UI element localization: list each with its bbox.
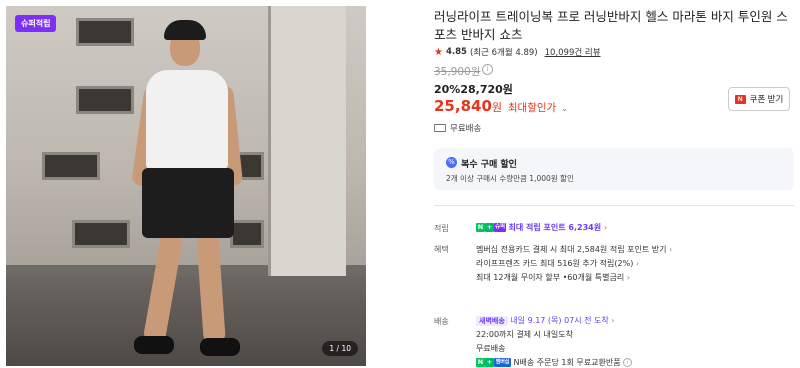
chevron-right-icon: › (611, 316, 615, 325)
image-counter: 1 / 10 (322, 341, 358, 356)
multi-purchase-detail: 2개 이상 구매시 수량만큼 1,000원 할인 (446, 174, 574, 183)
truck-icon (434, 124, 446, 132)
plus-icon: + (485, 358, 494, 367)
free-return-text: N배송 주문당 1회 무료교환반품 (513, 358, 621, 367)
product-title: 러닝라이프 트레이닝복 프로 러닝반바지 헬스 마라톤 바지 투인원 스포츠 반… (434, 9, 788, 42)
wall-panel (268, 6, 346, 286)
wall-window (72, 220, 130, 248)
coupon-button-label: 쿠폰 받기 (749, 94, 784, 104)
max-discount-currency: 원 (491, 101, 503, 114)
discount-icon: % (446, 157, 457, 168)
coupon-button[interactable]: N 쿠폰 받기 (728, 87, 790, 111)
super-points-badge: 슈퍼적립 (15, 15, 57, 32)
rating-score: 4.85 (445, 47, 467, 57)
benefit-installment: 최대 12개월 무이자 할부 •60개월 특별금리 (476, 273, 625, 282)
membership-icon: 멤버십 (494, 358, 511, 367)
delivery-eta: 내일 9.17 (목) 07시 전 도착 (510, 316, 609, 325)
delivery-cutoff: 22:00까지 결제 시 내일도착 (476, 330, 573, 339)
max-discount-row[interactable]: 25,840원 최대할인가 ⌄ (434, 97, 568, 115)
wall-window (76, 86, 134, 114)
wall-window (42, 152, 100, 180)
section-divider (434, 205, 794, 206)
multi-purchase-heading: 복수 구매 할인 (461, 160, 517, 170)
delivery-eta-row[interactable]: 새벽배송 내일 9.17 (목) 07시 전 도착 › (476, 315, 615, 326)
benefit-line[interactable]: 최대 12개월 무이자 할부 •60개월 특별금리 › (476, 272, 630, 283)
benefit-line[interactable]: 라이프프렌즈 카드 최대 516원 추가 적립(2%) › (476, 258, 639, 269)
plus-icon: + (485, 223, 494, 232)
delivery-label: 배송 (434, 317, 449, 326)
dawn-delivery-badge: 새벽배송 (476, 316, 508, 326)
rating-row: ★ 4.85 (최근 6개월 4.89) 10,099건 리뷰 (434, 46, 601, 59)
max-points-link[interactable]: 최대 적립 포인트 6,234원 › (509, 223, 608, 232)
chevron-right-icon: › (603, 223, 608, 232)
info-icon[interactable]: i (482, 64, 493, 75)
benefits-label: 혜택 (434, 245, 449, 254)
benefit-line[interactable]: 멤버십 전용카드 결제 시 최대 2,584원 적립 포인트 받기 › (476, 244, 672, 255)
coupon-logo-icon: N (734, 94, 746, 104)
delivery-fee: 무료배송 (476, 344, 506, 353)
points-row[interactable]: N + 슈퍼 최대 적립 포인트 6,234원 › (476, 222, 607, 233)
super-icon: 슈퍼 (494, 223, 506, 232)
benefit-membership-card: 멤버십 전용카드 결제 시 최대 2,584원 적립 포인트 받기 (476, 245, 667, 254)
info-icon[interactable]: i (623, 358, 633, 367)
free-return-row[interactable]: N + 멤버십 N배송 주문당 1회 무료교환반품 i (476, 357, 633, 368)
multi-purchase-discount-box: % 복수 구매 할인 2개 이상 구매시 수량만큼 1,000원 할인 (434, 148, 794, 190)
product-model-photo (131, 20, 244, 366)
naver-n-icon: N (476, 223, 485, 232)
sale-price-row: 20%28,720원 (434, 81, 513, 97)
chevron-right-icon: › (626, 273, 630, 282)
review-count-link[interactable]: 10,099건 리뷰 (545, 46, 601, 58)
benefit-lifefriends-card: 라이프프렌즈 카드 최대 516원 추가 적립(2%) (476, 259, 634, 268)
original-price: 35,900원 (434, 66, 481, 78)
discount-percent: 20% (434, 83, 461, 96)
max-discount-price: 25,840 (434, 97, 492, 115)
chevron-right-icon: › (635, 259, 640, 268)
sale-price: 28,720원 (460, 83, 513, 96)
product-image-gallery[interactable]: 슈퍼적립 1 / 10 (6, 6, 366, 366)
rating-recent: (최근 6개월 4.89) (469, 48, 538, 58)
chevron-right-icon: › (669, 245, 673, 254)
wall-window (76, 18, 134, 46)
points-label: 적립 (434, 224, 449, 233)
shipping-label: 무료배송 (450, 124, 482, 134)
max-points-text: 최대 적립 포인트 6,234원 (508, 223, 602, 232)
naver-n-icon: N (476, 358, 485, 367)
star-icon: ★ (434, 46, 443, 58)
max-discount-label: 최대할인가 (507, 102, 557, 114)
chevron-down-icon[interactable]: ⌄ (561, 104, 568, 113)
shipping-row: 무료배송 (434, 122, 481, 134)
